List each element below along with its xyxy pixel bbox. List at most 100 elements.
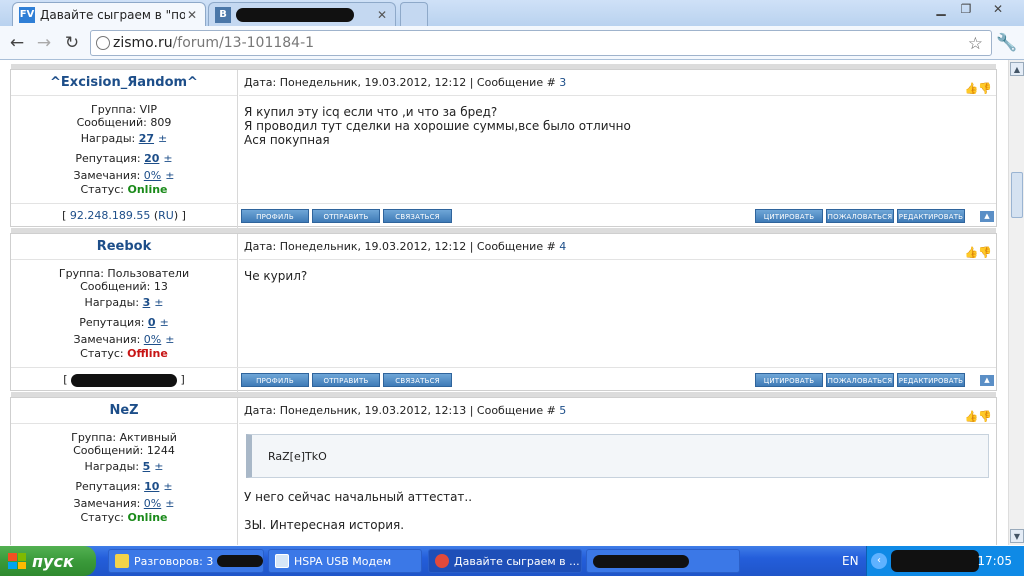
awards-plus-icon[interactable]: ± xyxy=(154,296,163,309)
warnings-plus-icon[interactable]: ± xyxy=(165,333,174,346)
language-indicator[interactable]: EN xyxy=(842,554,859,568)
address-bar[interactable]: zismo.ru/forum/13-101184-1 ☆ xyxy=(90,30,992,56)
contact-button[interactable]: СВЯЗАТЬСЯ xyxy=(383,209,452,223)
author-info: Группа: Пользователи Сообщений: 13 Награ… xyxy=(11,260,237,362)
tab-strip: FV Давайте сыграем в "поймай м ✕ B ✕ ▁ ❐… xyxy=(0,0,1024,26)
back-arrow-icon[interactable]: ← xyxy=(6,32,28,54)
tab-vk[interactable]: B ✕ xyxy=(208,2,396,26)
thumbs-down-icon[interactable]: 👎 xyxy=(978,82,992,95)
tab-active[interactable]: FV Давайте сыграем в "поймай м ✕ xyxy=(12,2,206,26)
ip-link[interactable]: 92.248.189.55 xyxy=(70,209,150,222)
send-button[interactable]: ОТПРАВИТЬ xyxy=(312,373,380,387)
scroll-down-icon[interactable]: ▼ xyxy=(1010,529,1024,543)
group-label: Группа: xyxy=(71,431,117,444)
thumbs-up-icon[interactable]: 👍 xyxy=(965,82,979,95)
awards-link[interactable]: 27 xyxy=(139,132,154,145)
quote-button[interactable]: ЦИТИРОВАТЬ xyxy=(755,209,823,223)
profile-button[interactable]: ПРОФИЛЬ xyxy=(241,209,309,223)
awards-link[interactable]: 5 xyxy=(143,460,151,473)
tray-expand-icon[interactable]: ‹ xyxy=(871,553,887,569)
edit-button[interactable]: РЕДАКТИРОВАТЬ xyxy=(897,209,965,223)
reputation-plus-icon[interactable]: ± xyxy=(160,316,169,329)
post-body: RaZ[e]TkO У него сейчас начальный аттест… xyxy=(239,425,996,545)
group-label: Группа: xyxy=(58,267,104,280)
taskbar-item-modem[interactable]: HSPA USB Модем xyxy=(268,549,422,573)
post-header: Дата: Понедельник, 19.03.2012, 12:13 | С… xyxy=(239,398,996,424)
complain-button[interactable]: ПОЖАЛОВАТЬСЯ xyxy=(826,209,894,223)
messages-value: 809 xyxy=(150,116,172,129)
start-button[interactable]: пуск xyxy=(0,546,96,576)
reputation-link[interactable]: 20 xyxy=(144,152,159,165)
page-scrollbar[interactable]: ▲ ▼ xyxy=(1008,60,1024,545)
scroll-to-top-icon[interactable]: ▲ xyxy=(980,375,994,386)
reputation-plus-icon[interactable]: ± xyxy=(163,152,172,165)
clock: 17:05 xyxy=(977,554,1012,568)
warnings-label: Замечания: xyxy=(73,333,141,346)
taskbar-item-redacted[interactable] xyxy=(586,549,740,573)
post-separator xyxy=(11,392,996,397)
complain-button[interactable]: ПОЖАЛОВАТЬСЯ xyxy=(826,373,894,387)
post-header: Дата: Понедельник, 19.03.2012, 12:12 | С… xyxy=(239,70,996,96)
bookmark-star-icon[interactable]: ☆ xyxy=(968,34,983,54)
redacted-ip xyxy=(71,373,177,387)
country-link[interactable]: RU xyxy=(158,209,174,222)
messages-value: 13 xyxy=(153,280,168,293)
taskbar-item-chats[interactable]: Разговоров: 3 xyxy=(108,549,264,573)
thumbs-up-icon[interactable]: 👍 xyxy=(965,410,979,423)
warnings-plus-icon[interactable]: ± xyxy=(165,169,174,182)
maximize-icon[interactable]: ❐ xyxy=(953,0,979,18)
message-number-label: | Сообщение # xyxy=(469,404,556,417)
new-tab-button[interactable] xyxy=(400,2,428,26)
messages-label: Сообщений: xyxy=(76,116,147,129)
date-label: Дата: xyxy=(244,240,277,253)
reputation-link[interactable]: 10 xyxy=(144,480,159,493)
taskbar-item-chrome[interactable]: Давайте сыграем в ... xyxy=(428,549,582,573)
edit-button[interactable]: РЕДАКТИРОВАТЬ xyxy=(897,373,965,387)
post-date: Понедельник, 19.03.2012, 12:13 xyxy=(279,404,467,417)
thumbs-down-icon[interactable]: 👎 xyxy=(978,246,992,259)
send-button[interactable]: ОТПРАВИТЬ xyxy=(312,209,380,223)
ip-address: [ 92.248.189.55 (RU) ] xyxy=(11,204,238,228)
page-info-icon[interactable] xyxy=(96,36,110,50)
start-label: пуск xyxy=(32,551,74,571)
group-value: VIP xyxy=(139,103,157,116)
forward-arrow-icon[interactable]: → xyxy=(33,32,55,54)
author-name[interactable]: ^Excision_Яandom^ xyxy=(11,70,237,96)
warnings-link[interactable]: 0% xyxy=(144,169,161,182)
close-window-icon[interactable]: ✕ xyxy=(985,0,1011,18)
message-number-link[interactable]: 3 xyxy=(559,76,566,89)
author-name[interactable]: NeZ xyxy=(11,398,237,424)
message-number-link[interactable]: 5 xyxy=(559,404,566,417)
vk-favicon-icon: B xyxy=(215,6,231,23)
tab-close-icon[interactable]: ✕ xyxy=(185,8,199,22)
reload-icon[interactable]: ↻ xyxy=(61,32,83,54)
status-online: Online xyxy=(127,511,168,524)
contact-button[interactable]: СВЯЗАТЬСЯ xyxy=(383,373,452,387)
warnings-plus-icon[interactable]: ± xyxy=(165,497,174,510)
reputation-plus-icon[interactable]: ± xyxy=(163,480,172,493)
author-name[interactable]: Reebok xyxy=(11,234,237,260)
message-number-link[interactable]: 4 xyxy=(559,240,566,253)
group-value: Пользователи xyxy=(107,267,190,280)
scroll-thumb[interactable] xyxy=(1011,172,1023,218)
awards-plus-icon[interactable]: ± xyxy=(158,132,167,145)
awards-plus-icon[interactable]: ± xyxy=(154,460,163,473)
thumbs-down-icon[interactable]: 👎 xyxy=(978,410,992,423)
awards-link[interactable]: 3 xyxy=(143,296,151,309)
profile-button[interactable]: ПРОФИЛЬ xyxy=(241,373,309,387)
post-text-line: Ася покупная xyxy=(244,133,330,147)
message-number-label: | Сообщение # xyxy=(469,240,556,253)
reputation-link[interactable]: 0 xyxy=(148,316,156,329)
warnings-link[interactable]: 0% xyxy=(144,497,161,510)
status-online: Online xyxy=(127,183,168,196)
minimize-icon[interactable]: ▁ xyxy=(928,0,954,18)
status-label: Статус: xyxy=(80,347,124,360)
scroll-to-top-icon[interactable]: ▲ xyxy=(980,211,994,222)
quote-button[interactable]: ЦИТИРОВАТЬ xyxy=(755,373,823,387)
tab-close-icon[interactable]: ✕ xyxy=(375,8,389,22)
wrench-menu-icon[interactable]: 🔧 xyxy=(996,32,1018,54)
post-text-line: Я купил эту icq если что ,и что за бред? xyxy=(244,105,498,119)
warnings-link[interactable]: 0% xyxy=(144,333,161,346)
thumbs-up-icon[interactable]: 👍 xyxy=(965,246,979,259)
scroll-up-icon[interactable]: ▲ xyxy=(1010,62,1024,76)
